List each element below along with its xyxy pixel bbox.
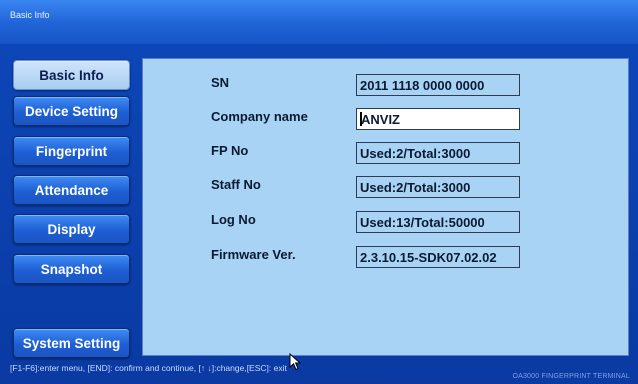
- firmware-ver-label: Firmware Ver.: [211, 247, 296, 262]
- sn-label: SN: [211, 75, 230, 90]
- window-title: Basic Info: [10, 10, 50, 20]
- key-hint-text: [F1-F6]:enter menu, [END]: confirm and c…: [10, 363, 287, 373]
- company-name-value: ANVIZ: [361, 112, 400, 127]
- log-no-field: Used:13/Total:50000: [356, 211, 520, 233]
- sidebar-item-snapshot[interactable]: Snapshot: [13, 254, 130, 284]
- sidebar-item-basic-info[interactable]: Basic Info: [13, 60, 130, 90]
- app-window: Basic Info Basic Info Device Setting Fin…: [0, 0, 638, 384]
- sidebar-item-display[interactable]: Display: [13, 214, 130, 244]
- status-bar: [F1-F6]:enter menu, [END]: confirm and c…: [0, 360, 638, 384]
- fp-no-field: Used:2/Total:3000: [356, 142, 520, 164]
- staff-no-label: Staff No: [211, 177, 261, 192]
- sidebar-item-device-setting[interactable]: Device Setting: [13, 96, 130, 126]
- title-bar: Basic Info: [0, 0, 638, 44]
- company-name-input[interactable]: ANVIZ: [356, 108, 520, 130]
- basic-info-panel: SN 2011 1118 0000 0000 Company name ANVI…: [142, 58, 629, 356]
- sn-field: 2011 1118 0000 0000: [356, 74, 520, 96]
- log-no-label: Log No: [211, 212, 256, 227]
- sidebar-item-system-setting[interactable]: System Setting: [13, 328, 130, 358]
- sidebar-menu: Basic Info Device Setting Fingerprint At…: [0, 52, 142, 364]
- firmware-ver-field: 2.3.10.15-SDK07.02.02: [356, 246, 520, 268]
- company-name-label: Company name: [211, 109, 308, 124]
- sidebar-item-attendance[interactable]: Attendance: [13, 175, 130, 205]
- staff-no-field: Used:2/Total:3000: [356, 176, 520, 198]
- fp-no-label: FP No: [211, 143, 249, 158]
- mouse-pointer-icon: [289, 353, 302, 371]
- device-brand-label: OA3000 FINGERPRINT TERMINAL: [512, 373, 630, 380]
- sidebar-item-fingerprint[interactable]: Fingerprint: [13, 136, 130, 166]
